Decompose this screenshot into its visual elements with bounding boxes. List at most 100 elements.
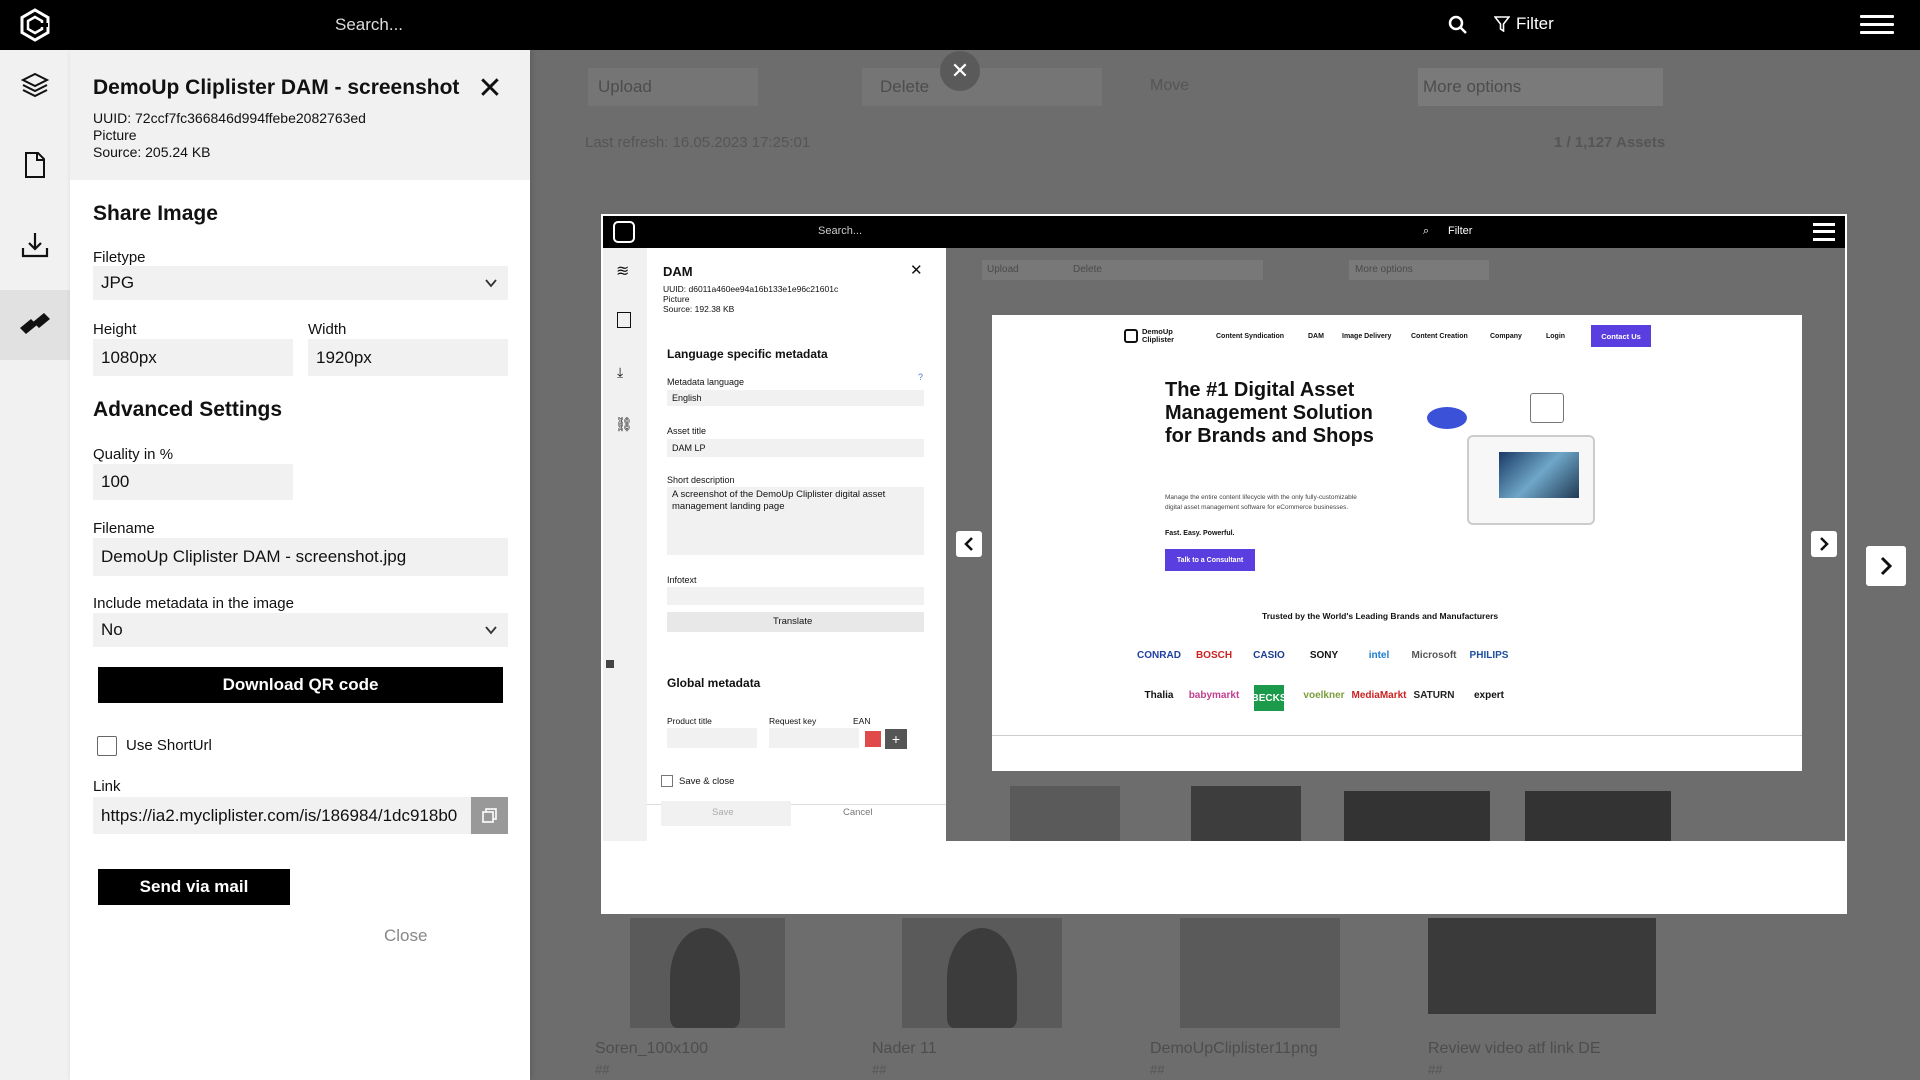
preview-logo-icon	[613, 221, 635, 243]
preview-next-button[interactable]	[1811, 531, 1837, 557]
chevron-down-icon	[485, 626, 497, 635]
preview-panel-title: DAM	[663, 264, 693, 279]
link-label: Link	[93, 778, 121, 795]
preview-add-icon: +	[885, 729, 907, 749]
include-metadata-select[interactable]: No	[93, 613, 508, 647]
brand-logo-row1: Microsoft	[1411, 649, 1457, 661]
preview-delete-bg: Delete	[1073, 264, 1102, 275]
send-via-mail-button[interactable]: Send via mail	[98, 869, 290, 905]
quality-input[interactable]: 100	[93, 464, 293, 500]
brand-logo-row1: BOSCH	[1195, 649, 1233, 661]
preview-global-title: Global metadata	[667, 676, 761, 690]
use-shorturl-label: Use ShortUrl	[126, 737, 212, 754]
brand-logo-row2: voelkner	[1303, 689, 1345, 701]
left-rail	[0, 50, 70, 1080]
asset-title: DemoUp Cliplister DAM - screenshot	[93, 76, 460, 99]
search-icon[interactable]	[1448, 15, 1468, 35]
move-label-bg: Move	[1150, 77, 1190, 94]
top-bar: Search... Filter	[0, 0, 1920, 50]
site-headline: The #1 Digital Asset Management Solution…	[1165, 379, 1374, 447]
quality-label: Quality in %	[93, 446, 174, 463]
preview-rail: ≋ ⤓ ⛓	[603, 248, 647, 841]
preview-search-icon: ⌕	[1423, 225, 1430, 237]
preview-product-title-label: Product title	[667, 716, 712, 726]
site-contact-button: Contact Us	[1591, 325, 1651, 347]
asset-count-bg: 1 / 1,127 Assets	[1554, 134, 1666, 151]
advanced-settings-title: Advanced Settings	[93, 398, 283, 421]
preview-menu-icon	[1813, 223, 1835, 241]
width-label: Width	[308, 321, 347, 338]
site-nav-0: Content Syndication	[1216, 333, 1285, 340]
filetype-select[interactable]: JPG	[93, 266, 508, 300]
preview-uuid: UUID: d6011a460ee94a16b133e1e96c21601c	[663, 284, 839, 294]
preview-download-icon: ⤓	[617, 364, 624, 380]
site-nav-2: Image Delivery	[1342, 333, 1392, 340]
preview-filter: Filter	[1448, 225, 1473, 237]
chevron-right-icon	[1880, 556, 1893, 576]
filename-input[interactable]: DemoUp Cliplister DAM - screenshot.jpg	[93, 538, 508, 576]
close-button[interactable]: Close	[384, 926, 427, 946]
delete-label-bg: Delete	[880, 77, 930, 96]
site-nav-1: DAM	[1308, 333, 1324, 340]
last-refresh-bg: Last refresh: 16.05.2023 17:25:01	[585, 134, 811, 151]
preview-cancel-button: Cancel	[843, 807, 873, 818]
asset-tag-2: ##	[872, 1062, 887, 1077]
preview-source: Source: 192.38 KB	[663, 304, 735, 314]
chevron-down-icon	[485, 279, 497, 288]
more-options-label-bg: More options	[1423, 77, 1522, 96]
brand-logo-row1: PHILIPS	[1469, 649, 1509, 661]
site-nav-5: Login	[1546, 333, 1566, 340]
layers-icon[interactable]	[0, 50, 70, 120]
width-input[interactable]: 1920px	[308, 339, 508, 376]
share-panel: DemoUp Cliplister DAM - screenshot ✕ UUI…	[70, 50, 530, 1080]
use-shorturl-checkbox[interactable]	[97, 736, 117, 756]
filter-button[interactable]: Filter	[1494, 14, 1554, 34]
brand-logo-row2: babymarkt	[1188, 689, 1240, 701]
preview-infotext-label: Infotext	[667, 575, 697, 585]
preview-save-button: Save	[712, 807, 734, 818]
preview-screenshot: Search... ⌕ Filter ≋ ⤓ ⛓ DAM ✕ UUID: d60…	[603, 216, 1845, 841]
brand-logo-row1: SONY	[1309, 649, 1339, 661]
preview-asset-title-value: DAM LP	[672, 443, 706, 453]
site-illustration	[1467, 435, 1595, 525]
share-image-title: Share Image	[93, 202, 218, 225]
close-preview-button[interactable]: ✕	[940, 51, 980, 91]
search-input[interactable]: Search...	[335, 15, 403, 35]
preview-document-icon	[617, 312, 631, 328]
close-icon[interactable]: ✕	[477, 74, 503, 104]
preview-close-icon: ✕	[910, 262, 923, 279]
preview-asset-title-label: Asset title	[667, 426, 707, 436]
share-link-icon[interactable]	[0, 290, 70, 360]
link-input[interactable]: https://ia2.mycliplister.com/is/186984/1…	[93, 797, 471, 834]
download-icon[interactable]	[0, 210, 70, 280]
height-input[interactable]: 1080px	[93, 339, 293, 376]
download-qr-button[interactable]: Download QR code	[98, 667, 503, 703]
site-logo-icon	[1124, 329, 1138, 343]
brand-logo-row1: CONRAD	[1137, 649, 1181, 661]
asset-tag-1: ##	[595, 1062, 610, 1077]
site-nav-4: Company	[1490, 333, 1522, 340]
document-icon[interactable]	[0, 130, 70, 200]
filter-label: Filter	[1516, 14, 1554, 33]
copy-link-button[interactable]	[471, 797, 508, 834]
filetype-value: JPG	[101, 273, 135, 292]
preview-metadata-panel: DAM ✕ UUID: d6011a460ee94a16b133e1e96c21…	[647, 248, 946, 841]
app-logo-icon[interactable]	[18, 8, 52, 42]
brand-logo-row2: expert	[1473, 689, 1504, 701]
preview-request-key-label: Request key	[769, 716, 817, 726]
preview-help-icon: ?	[918, 372, 924, 382]
next-asset-button[interactable]	[1866, 546, 1906, 586]
site-cta-button: Talk to a Consultant	[1165, 549, 1255, 571]
brand-logo-row2: BECKS	[1252, 685, 1287, 711]
preview-prev-button[interactable]	[956, 531, 982, 557]
include-metadata-label: Include metadata in the image	[93, 595, 294, 612]
upload-label-bg: Upload	[598, 77, 652, 96]
preview-top-bar: Search... ⌕ Filter	[603, 216, 1845, 248]
preview-share-icon: ⛓	[615, 416, 633, 432]
asset-header: DemoUp Cliplister DAM - screenshot ✕ UUI…	[70, 50, 530, 180]
menu-icon[interactable]	[1860, 10, 1894, 40]
image-preview: Search... ⌕ Filter ≋ ⤓ ⛓ DAM ✕ UUID: d60…	[601, 214, 1847, 914]
preview-more-options-bg: More options	[1355, 264, 1413, 275]
preview-save-close-label: Save & close	[679, 776, 735, 787]
asset-name-1: Soren_100x100	[595, 1040, 708, 1057]
